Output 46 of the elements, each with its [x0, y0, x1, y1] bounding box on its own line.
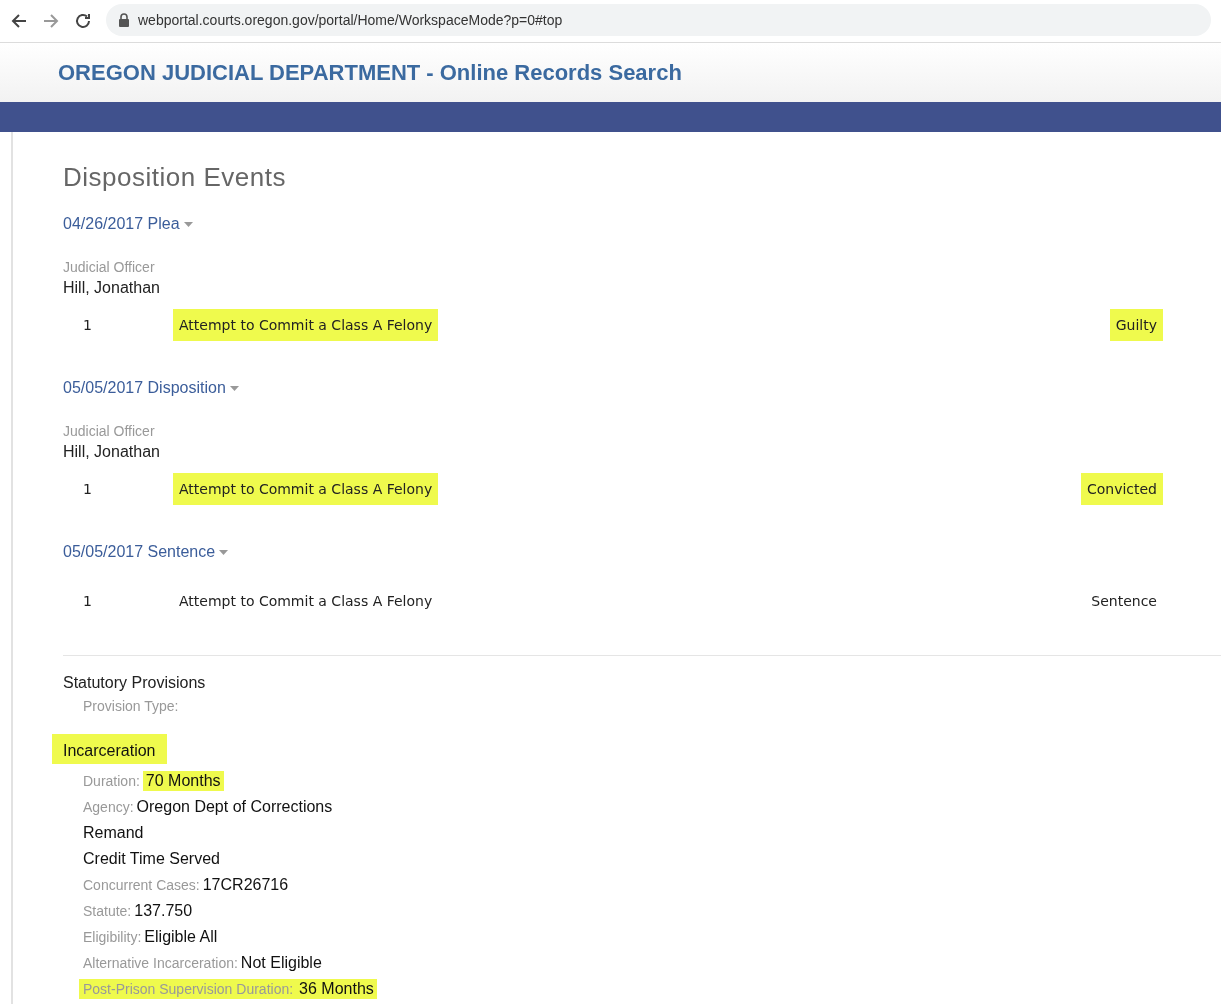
charge-outcome: Convicted [1080, 473, 1163, 505]
charge-description: Attempt to Commit a Class A Felony [173, 309, 439, 341]
detail-label: Statute: [83, 902, 133, 921]
detail-value: Credit Time Served [83, 849, 221, 869]
officer-name: Hill, Jonathan [63, 279, 161, 297]
provisions-title: Statutory Provisions [63, 674, 207, 692]
event-link[interactable]: 05/05/2017 Disposition [63, 379, 239, 397]
detail-label: Agency: [83, 798, 135, 817]
charge-outcome: Sentence [1090, 592, 1158, 611]
caret-icon [183, 221, 193, 227]
back-icon[interactable] [10, 12, 28, 30]
provision-type: Incarceration [52, 734, 167, 764]
caret-icon [229, 385, 239, 391]
event-link[interactable]: 05/05/2017 Sentence [63, 543, 229, 561]
detail-label: Alternative Incarceration: [83, 954, 239, 973]
detail-value: 70 Months [142, 771, 224, 791]
charge-description: Attempt to Commit a Class A Felony [173, 473, 439, 505]
lock-icon[interactable] [118, 13, 130, 27]
caret-icon [219, 549, 229, 555]
officer-label: Judicial Officer [63, 259, 156, 275]
charge-number: 1 [82, 593, 93, 609]
detail-value: Not Eligible [240, 953, 323, 973]
charge-number: 1 [82, 481, 93, 497]
detail-value: 36 Months [296, 979, 377, 999]
address-bar[interactable]: webportal.courts.oregon.gov/portal/Home/WorkspaceMode?p=0#top [106, 4, 1211, 36]
detail-value: 17CR26716 [202, 875, 290, 895]
officer-name: Hill, Jonathan [63, 443, 161, 461]
detail-label: Eligibility: [83, 928, 143, 947]
provision-type-label: Provision Type: [83, 698, 180, 714]
event-link[interactable]: 04/26/2017 Plea [63, 215, 193, 233]
detail-label: Duration: [83, 772, 141, 791]
charge-number: 1 [82, 317, 93, 333]
url-text: webportal.courts.oregon.gov/portal/Home/WorkspaceMode?p=0#top [138, 12, 563, 28]
detail-label: Post-Prison Supervision Duration: [79, 979, 297, 999]
detail-value: Oregon Dept of Corrections [136, 797, 334, 817]
detail-value: 137.750 [134, 901, 194, 921]
forward-icon[interactable] [42, 12, 60, 30]
detail-value: Remand [83, 823, 145, 843]
officer-label: Judicial Officer [63, 423, 156, 439]
reload-icon[interactable] [74, 12, 92, 30]
detail-label: Concurrent Cases: [83, 876, 201, 895]
detail-value: Eligible All [144, 927, 219, 947]
section-title: Disposition Events [63, 162, 287, 193]
charge-outcome: Guilty [1109, 309, 1163, 341]
site-title: OREGON JUDICIAL DEPARTMENT - Online Records Search [58, 59, 682, 86]
charge-description: Attempt to Commit a Class A Felony [178, 592, 434, 611]
